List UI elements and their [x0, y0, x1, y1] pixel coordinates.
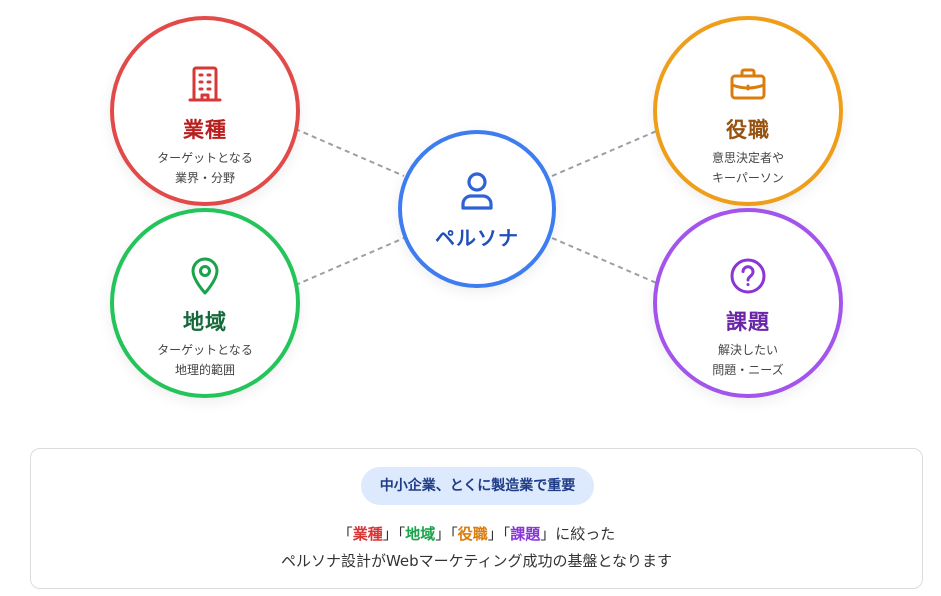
node-position-desc: 意思決定者や キーパーソン — [711, 151, 784, 185]
info-box: 中小企業、とくに製造業で重要 「業種」「地域」「役職」「課題」に絞った ペルソナ… — [30, 448, 923, 589]
keyword-industry: 業種 — [352, 525, 383, 543]
info-line-1: 「業種」「地域」「役職」「課題」に絞った — [337, 525, 616, 543]
info-line-2: ペルソナ設計がWebマーケティング成功の基盤となります — [280, 552, 673, 570]
building-icon — [114, 64, 296, 104]
node-position-title: 役職 — [726, 118, 770, 142]
persona-title: ペルソナ — [435, 226, 519, 250]
persona-center-node: ペルソナ — [398, 130, 556, 288]
node-position: 役職 意思決定者や キーパーソン — [653, 16, 843, 206]
info-badge: 中小企業、とくに製造業で重要 — [361, 467, 594, 505]
node-issue-title: 課題 — [726, 310, 770, 334]
person-icon — [402, 170, 552, 212]
keyword-region: 地域 — [405, 525, 436, 543]
node-region-title: 地域 — [183, 310, 227, 334]
question-circle-icon — [657, 256, 839, 296]
node-issue-desc: 解決したい 問題・ニーズ — [712, 343, 784, 377]
map-pin-icon — [114, 256, 296, 296]
node-industry: 業種 ターゲットとなる 業界・分野 — [110, 16, 300, 206]
node-region: 地域 ターゲットとなる 地理的範囲 — [110, 208, 300, 398]
node-industry-desc: ターゲットとなる 業界・分野 — [157, 151, 253, 185]
keyword-position: 役職 — [457, 525, 488, 543]
briefcase-icon — [657, 64, 839, 104]
node-industry-title: 業種 — [183, 118, 227, 142]
node-region-desc: ターゲットとなる 地理的範囲 — [157, 343, 253, 377]
node-issue: 課題 解決したい 問題・ニーズ — [653, 208, 843, 398]
keyword-issue: 課題 — [510, 525, 541, 543]
